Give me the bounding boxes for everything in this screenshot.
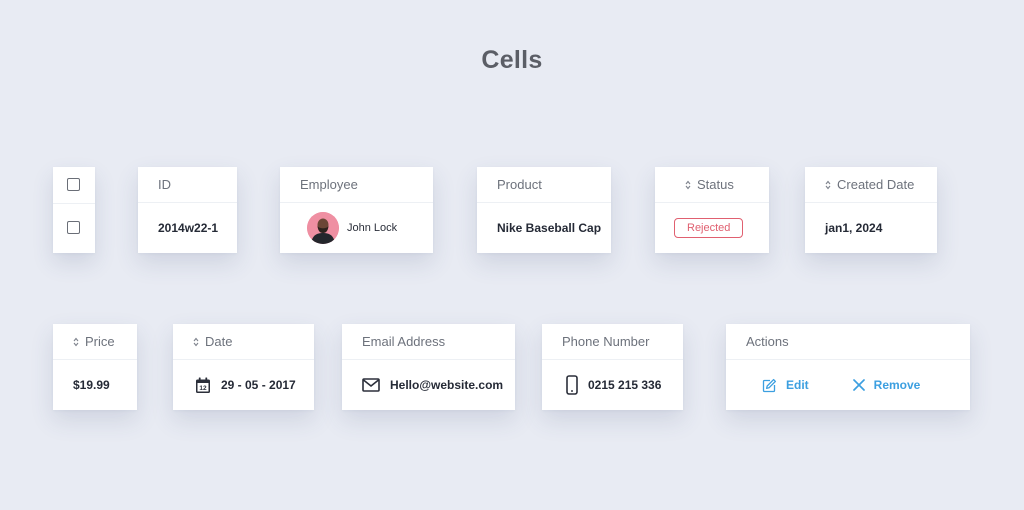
- checkbox-cell: [53, 167, 95, 253]
- mail-icon: [362, 378, 380, 392]
- date-body: 12 29 - 05 - 2017: [173, 360, 314, 410]
- id-header[interactable]: ID: [138, 167, 237, 203]
- created-date-value: jan1, 2024: [825, 221, 883, 235]
- created-date-header-label: Created Date: [837, 177, 915, 192]
- email-header[interactable]: Email Address: [342, 324, 515, 360]
- status-body: Rejected: [655, 203, 769, 253]
- calendar-icon: 12: [195, 377, 211, 394]
- phone-header[interactable]: Phone Number: [542, 324, 683, 360]
- price-header[interactable]: Price: [53, 324, 137, 360]
- product-header-label: Product: [497, 177, 542, 192]
- product-header[interactable]: Product: [477, 167, 611, 203]
- sort-icon[interactable]: [685, 180, 691, 190]
- actions-body: Edit Remove: [726, 360, 970, 410]
- employee-cell: Employee John Lock: [280, 167, 433, 253]
- date-cell: Date 12 29 - 05 - 2017: [173, 324, 314, 410]
- created-date-cell: Created Date jan1, 2024: [805, 167, 937, 253]
- remove-label: Remove: [873, 378, 921, 392]
- status-badge: Rejected: [674, 218, 744, 238]
- id-value: 2014w22-1: [158, 221, 219, 235]
- employee-name: John Lock: [347, 222, 398, 234]
- sort-icon[interactable]: [193, 337, 199, 347]
- row-checkbox[interactable]: [67, 221, 80, 234]
- status-header-label: Status: [697, 177, 734, 192]
- calendar-day: 12: [199, 385, 207, 392]
- header-checkbox[interactable]: [67, 178, 80, 191]
- actions-header-label: Actions: [746, 334, 789, 349]
- actions-cell: Actions Edit Remove: [726, 324, 970, 410]
- product-value: Nike Baseball Cap: [497, 221, 602, 235]
- status-header[interactable]: Status: [655, 167, 769, 203]
- email-header-label: Email Address: [362, 334, 446, 349]
- edit-icon: [762, 378, 777, 392]
- email-cell: Email Address Hello@website.com: [342, 324, 515, 410]
- phone-body: 0215 215 336: [542, 360, 683, 410]
- status-cell: Status Rejected: [655, 167, 769, 253]
- close-icon: [852, 379, 865, 391]
- edit-label: Edit: [786, 378, 809, 392]
- id-cell: ID 2014w22-1: [138, 167, 237, 253]
- email-value[interactable]: Hello@website.com: [390, 378, 503, 392]
- phone-header-label: Phone Number: [562, 334, 650, 349]
- employee-body: John Lock: [280, 203, 433, 253]
- page-title: Cells: [481, 46, 543, 74]
- phone-cell: Phone Number 0215 215 336: [542, 324, 683, 410]
- price-cell: Price $19.99: [53, 324, 137, 410]
- product-cell: Product Nike Baseball Cap: [477, 167, 611, 253]
- edit-button[interactable]: Edit: [762, 378, 809, 393]
- date-value: 29 - 05 - 2017: [221, 378, 296, 392]
- sort-icon[interactable]: [73, 337, 79, 347]
- date-header[interactable]: Date: [173, 324, 314, 360]
- price-header-label: Price: [85, 334, 115, 349]
- employee-header[interactable]: Employee: [280, 167, 433, 203]
- price-value: $19.99: [73, 378, 110, 392]
- remove-button[interactable]: Remove: [852, 378, 921, 392]
- created-date-header[interactable]: Created Date: [805, 167, 937, 203]
- phone-value[interactable]: 0215 215 336: [588, 378, 661, 392]
- email-body: Hello@website.com: [342, 360, 515, 410]
- sort-icon[interactable]: [825, 180, 831, 190]
- employee-header-label: Employee: [300, 177, 358, 192]
- id-header-label: ID: [158, 177, 171, 192]
- actions-header[interactable]: Actions: [726, 324, 970, 360]
- phone-icon: [566, 375, 578, 395]
- avatar[interactable]: [307, 212, 339, 244]
- date-header-label: Date: [205, 334, 233, 349]
